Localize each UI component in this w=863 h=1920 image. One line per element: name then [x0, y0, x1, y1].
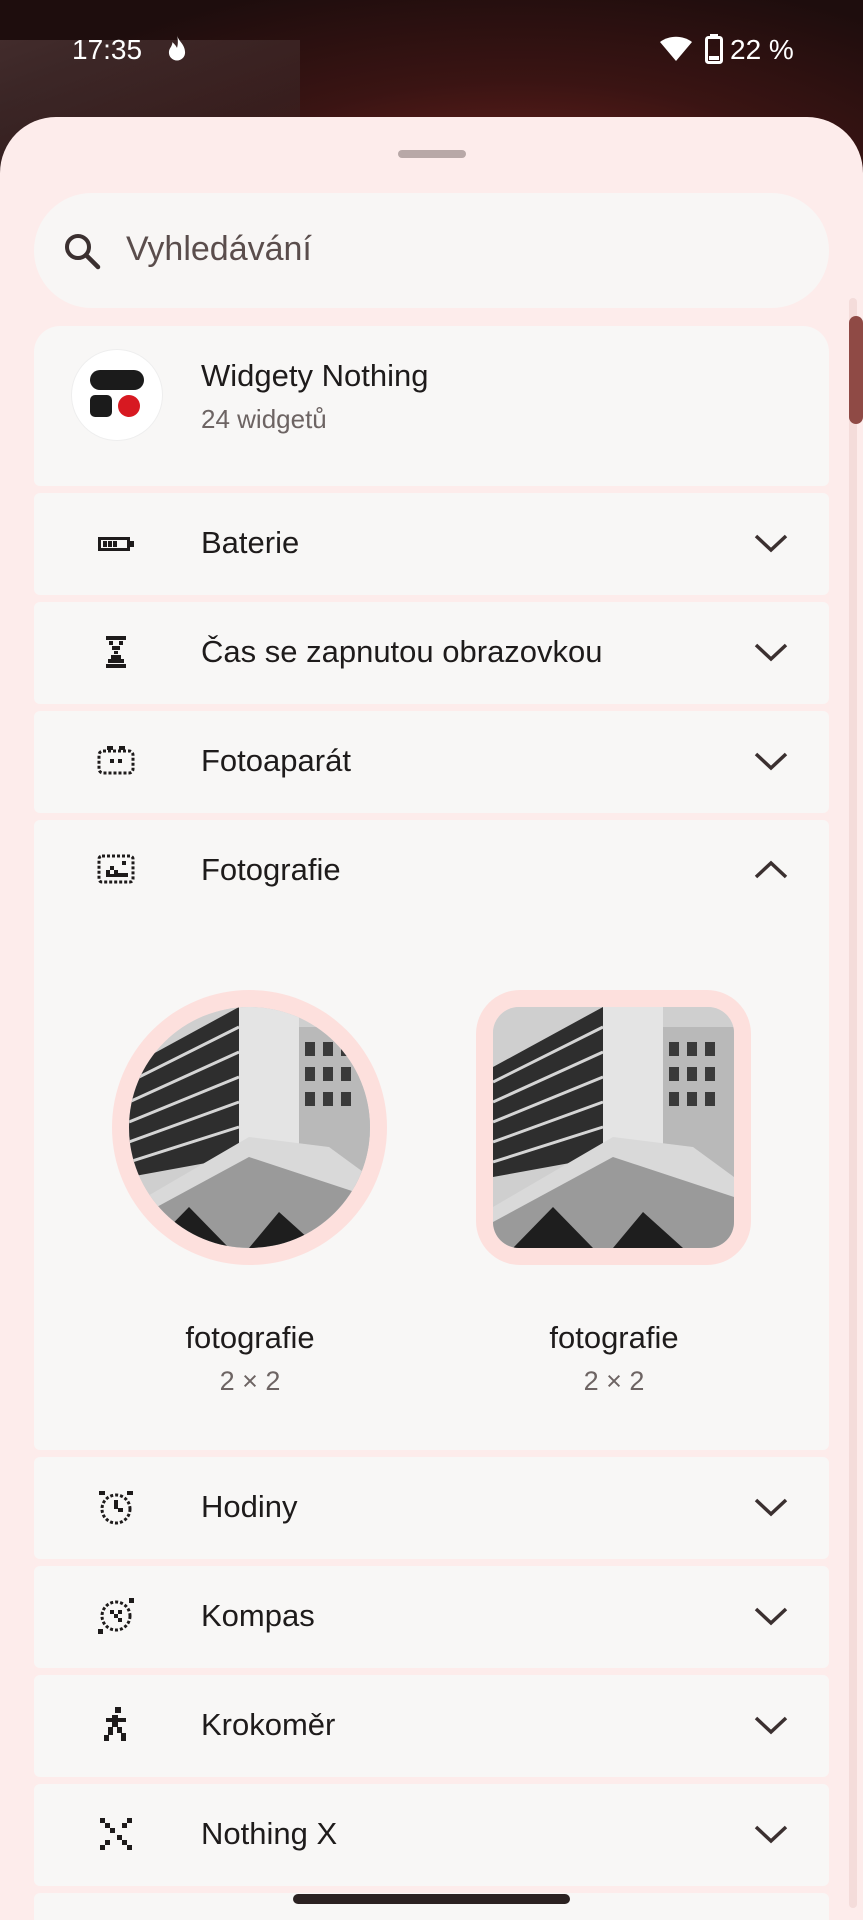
scrollbar-thumb[interactable]	[849, 316, 863, 424]
widget-size: 2 × 2	[583, 1366, 645, 1396]
gesture-navigation-bar[interactable]	[293, 1894, 570, 1904]
battery-percent: 22 %	[730, 34, 794, 65]
section-kompas[interactable]	[34, 1566, 829, 1668]
section-label: Hodiny	[201, 1489, 298, 1524]
status-time: 17:35	[72, 34, 143, 65]
section-label: Baterie	[201, 525, 300, 560]
nothing-logo-icon	[90, 370, 144, 417]
app-title: Widgety Nothing	[201, 358, 429, 393]
nothing-x-icon	[100, 1818, 132, 1850]
walking-icon	[104, 1707, 126, 1741]
photo-thumbnail-square	[493, 1007, 734, 1248]
chevron-down-icon	[754, 1498, 788, 1517]
building-photo-image	[493, 1007, 734, 1248]
compass-icon	[98, 1598, 134, 1634]
section-label: Nothing X	[201, 1816, 338, 1851]
status-bar: 17:35 22 %	[0, 0, 863, 100]
wifi-icon	[660, 36, 692, 61]
chevron-down-icon	[754, 752, 788, 771]
chevron-down-icon	[754, 534, 788, 553]
battery-icon	[705, 34, 723, 64]
chevron-down-icon	[754, 1716, 788, 1735]
battery-dots-icon	[98, 537, 134, 551]
drag-handle[interactable]	[398, 150, 466, 158]
search-input[interactable]: Vyhledávání	[126, 230, 312, 269]
photo-thumbnail-circle	[129, 1007, 370, 1248]
section-label: Krokoměr	[201, 1707, 336, 1742]
section-krokomer[interactable]	[34, 1675, 829, 1777]
section-fotoaparat[interactable]	[34, 711, 829, 813]
section-label: Čas se zapnutou obrazovkou	[201, 634, 603, 669]
flame-icon	[168, 35, 186, 61]
nothing-widgets-logo	[72, 350, 162, 440]
widget-name: fotografie	[185, 1320, 315, 1355]
photo-icon	[97, 854, 135, 884]
search-icon	[65, 234, 101, 270]
section-label: Fotografie	[201, 852, 341, 887]
building-photo-image	[129, 1007, 370, 1248]
scrollbar-track	[849, 298, 857, 1908]
section-label: Kompas	[201, 1598, 315, 1633]
widget-count: 24 widgetů	[201, 404, 327, 434]
chevron-down-icon	[754, 1825, 788, 1844]
section-hodiny[interactable]	[34, 1457, 829, 1559]
chevron-down-icon	[754, 1607, 788, 1626]
chevron-down-icon	[754, 643, 788, 662]
hourglass-icon	[106, 636, 126, 668]
widget-size: 2 × 2	[219, 1366, 281, 1396]
alarm-clock-icon	[99, 1491, 133, 1525]
section-nothing-x[interactable]	[34, 1784, 829, 1886]
section-label: Fotoaparát	[201, 743, 351, 778]
widget-name: fotografie	[549, 1320, 679, 1355]
chevron-up-icon[interactable]	[754, 860, 788, 880]
section-baterie[interactable]	[34, 493, 829, 595]
camera-icon	[97, 746, 135, 775]
